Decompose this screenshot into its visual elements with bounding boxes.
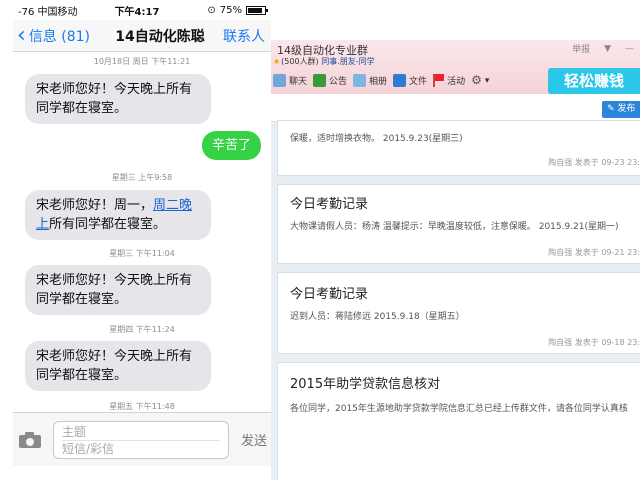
group-subtitle: ★(500人群) 同事.朋友-同学 xyxy=(273,56,375,67)
group-tags[interactable]: 同事.朋友-同学 xyxy=(321,57,374,66)
notice-posted: 发表于 xyxy=(574,248,599,257)
notice-meta: 陶自强 发表于 09-23 23: xyxy=(548,157,640,168)
report-button[interactable]: 举报 xyxy=(572,42,590,55)
message-text-line: 宋老师您好！今天晚上所有 xyxy=(36,273,193,288)
notice-body: 迟到人员：蒋陆修远 2015.9.18（星期五） xyxy=(290,312,465,322)
notice-body: 大物课请假人员：杨涛 温馨提示：早晚温度较低，注意保暖。 2015.9.21(星… xyxy=(290,222,619,232)
battery-percent: 75% xyxy=(219,4,242,16)
status-right: ⊙ 75% xyxy=(186,4,268,16)
message-list[interactable]: 10月18日 周日 下午11:21 宋老师您好！今天晚上所有 同学都在寝室。 辛… xyxy=(13,52,271,411)
flag-icon xyxy=(433,74,445,87)
compose-input[interactable]: 主题 短信/彩信 xyxy=(53,420,229,459)
folder-icon xyxy=(393,74,407,87)
notice-meta: 陶自强 发表于 09-21 23: xyxy=(548,247,640,258)
back-label: 信息 (81) xyxy=(28,28,91,45)
conversation-title: 14自动化陈聪 xyxy=(115,28,205,45)
message-text: 宋老师您好！周一， xyxy=(36,198,154,213)
date-link[interactable]: 上 xyxy=(36,217,49,232)
publish-label: 发布 xyxy=(617,104,636,114)
message-input[interactable]: 短信/彩信 xyxy=(62,441,220,457)
notice-card[interactable]: 2015年助学贷款信息核对 各位同学，2015年生源地助学贷款学院信息汇总已经上… xyxy=(277,362,640,480)
chevron-left-icon: ‹ xyxy=(17,22,26,48)
tab-label: 文件 xyxy=(409,77,428,87)
notice-posted: 发表于 xyxy=(574,158,599,167)
conversation-nav-bar: ‹ 信息 (81) 14自动化陈聪 联系人 xyxy=(13,20,271,52)
message-text-line: 同学都在寝室。 xyxy=(36,101,128,116)
iphone-messages-screen: -76 中国移动 下午4:17 ⊙ 75% ‹ 信息 (81) 14自动化陈聪 … xyxy=(13,0,271,466)
notice-date: 09-18 23: xyxy=(601,338,640,347)
chat-icon xyxy=(273,74,286,87)
notice-date: 09-21 23: xyxy=(601,248,640,257)
send-button[interactable]: 发送 xyxy=(241,430,267,449)
status-bar: -76 中国移动 下午4:17 ⊙ 75% xyxy=(13,0,271,20)
incoming-message-bubble[interactable]: 宋老师您好！周一，周二晚 上所有同学都在寝室。 xyxy=(25,190,211,240)
message-timestamp: 星期三 上午9:58 xyxy=(111,173,173,182)
outgoing-message-bubble[interactable]: 辛苦了 xyxy=(201,131,261,160)
tab-label: 相册 xyxy=(369,77,388,87)
camera-icon[interactable] xyxy=(19,431,41,448)
qq-group-window: 14级自动化专业群 ★(500人群) 同事.朋友-同学 举报 ▼ — 聊天 公告… xyxy=(271,40,640,480)
earn-money-button[interactable]: 轻松赚钱 xyxy=(548,68,640,94)
publish-button[interactable]: ✎ 发布 xyxy=(602,101,640,118)
notice-title: 今日考勤记录 xyxy=(290,197,369,212)
message-text: 所有同学都在寝室。 xyxy=(49,217,167,232)
tab-activity[interactable]: 活动 xyxy=(433,74,465,87)
status-time: 下午4:17 xyxy=(114,6,160,18)
subject-input[interactable]: 主题 xyxy=(62,424,220,441)
message-timestamp: 星期五 下午11:48 xyxy=(109,402,175,411)
message-text: 辛苦了 xyxy=(211,138,251,153)
chevron-down-icon: ▾ xyxy=(484,75,490,86)
notice-title: 2015年助学贷款信息核对 xyxy=(290,377,441,392)
compose-bar: 主题 短信/彩信 发送 xyxy=(13,412,271,466)
settings-menu[interactable]: ⚙ ▾ xyxy=(471,74,489,87)
orientation-lock-icon: ⊙ xyxy=(207,4,216,16)
tab-notice[interactable]: 公告 xyxy=(313,74,347,87)
message-timestamp: 星期三 下午11:04 xyxy=(109,249,175,258)
message-timestamp: 10月18日 周日 下午11:21 xyxy=(93,57,191,66)
notice-posted: 发表于 xyxy=(574,338,599,347)
notice-icon xyxy=(313,74,327,87)
message-text-line: 同学都在寝室。 xyxy=(36,368,128,383)
back-to-messages-button[interactable]: ‹ 信息 (81) xyxy=(13,22,99,48)
notice-card[interactable]: 今日考勤记录 大物课请假人员：杨涛 温馨提示：早晚温度较低，注意保暖。 2015… xyxy=(277,184,640,264)
dropdown-button[interactable]: ▼ xyxy=(604,44,611,54)
notice-card[interactable]: 今日考勤记录 迟到人员：蒋陆修远 2015.9.18（星期五） 陶自强 发表于 … xyxy=(277,272,640,354)
notice-body: 保暖，适时增换衣物。 2015.9.23(星期三) xyxy=(290,134,463,144)
notice-author: 陶自强 xyxy=(548,248,573,257)
message-text-line: 宋老师您好！今天晚上所有 xyxy=(36,82,193,97)
message-text-line: 宋老师您好！今天晚上所有 xyxy=(36,349,193,364)
gear-icon: ⚙ xyxy=(471,73,482,87)
date-link[interactable]: 周二晚 xyxy=(153,198,192,213)
window-controls: 举报 ▼ — xyxy=(572,42,634,56)
tab-album[interactable]: 相册 xyxy=(353,74,387,87)
notice-toolbar: ✎ 发布 xyxy=(271,94,640,122)
notice-meta: 陶自强 发表于 09-18 23: xyxy=(548,337,640,348)
carrier-signal: -76 中国移动 xyxy=(18,6,78,18)
tab-label: 聊天 xyxy=(289,77,308,87)
message-timestamp: 星期四 下午11:24 xyxy=(109,325,175,334)
incoming-message-bubble[interactable]: 宋老师您好！今天晚上所有 同学都在寝室。 xyxy=(25,74,211,124)
message-text-line: 同学都在寝室。 xyxy=(36,292,128,307)
notice-title: 今日考勤记录 xyxy=(290,287,369,302)
incoming-message-bubble[interactable]: 宋老师您好！今天晚上所有 同学都在寝室。 xyxy=(25,265,211,315)
tab-label: 活动 xyxy=(447,77,466,87)
tab-chat[interactable]: 聊天 xyxy=(273,74,307,87)
minimize-button[interactable]: — xyxy=(625,44,634,54)
contact-button[interactable]: 联系人 xyxy=(221,26,271,46)
battery-icon xyxy=(246,5,268,15)
incoming-message-bubble[interactable]: 宋老师您好！今天晚上所有 同学都在寝室。 xyxy=(25,341,211,391)
member-count: (500人群) xyxy=(281,57,319,66)
group-toolbar: 聊天 公告 相册 文件 活动 ⚙ ▾ xyxy=(273,74,489,87)
star-icon: ★ xyxy=(273,57,281,66)
edit-icon: ✎ xyxy=(607,104,615,114)
notice-card[interactable]: 保暖，适时增换衣物。 2015.9.23(星期三) 陶自强 发表于 09-23 … xyxy=(277,120,640,176)
tab-label: 公告 xyxy=(329,77,348,87)
notice-author: 陶自强 xyxy=(548,338,573,347)
tab-file[interactable]: 文件 xyxy=(393,74,427,87)
notice-author: 陶自强 xyxy=(548,158,573,167)
album-icon xyxy=(353,74,367,87)
notice-body: 各位同学，2015年生源地助学贷款学院信息汇总已经上传群文件，请各位同学认真核 xyxy=(290,404,628,414)
group-header: 14级自动化专业群 ★(500人群) 同事.朋友-同学 举报 ▼ — 聊天 公告… xyxy=(271,40,640,94)
notice-date: 09-23 23: xyxy=(601,158,640,167)
